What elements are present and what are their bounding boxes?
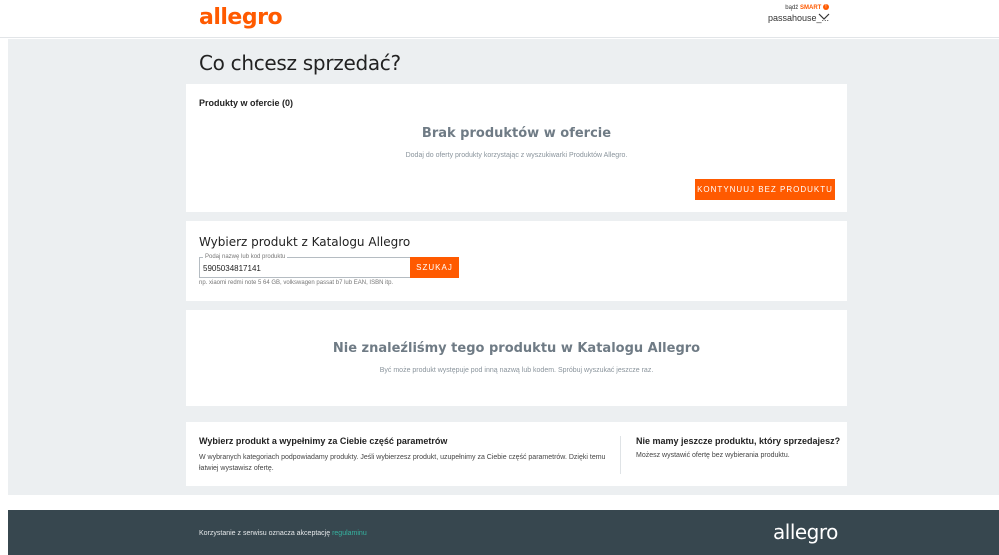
catalog-heading: Wybierz produkt z Katalogu Allegro [199,235,411,249]
chevron-down-icon[interactable] [818,11,830,23]
products-in-offer-card: Produkty w ofercie (0) Brak produktów w … [186,84,847,212]
top-header: allegro bądź SMART ! passahouse_... [0,0,999,38]
not-found-title: Nie znaleźliśmy tego produktu w Katalogu… [332,341,701,356]
info-card: Wybierz produkt a wypełnimy za Ciebie cz… [186,422,847,486]
product-search-input[interactable]: Podaj nazwę lub kod produktu 59050348171… [199,253,410,278]
info-right-title: Nie mamy jeszcze produktu, który sprzeda… [636,436,841,446]
footer-text: Korzystanie z serwisu oznacza akceptację [199,530,331,537]
search-input-label: Podaj nazwę lub kod produktu [203,253,288,261]
products-heading: Produkty w ofercie (0) [199,98,294,108]
search-button[interactable]: SZUKAJ [410,257,459,278]
info-left-title: Wybierz produkt a wypełnimy za Ciebie cz… [199,436,448,446]
empty-products-title: Brak produktów w ofercie [421,126,612,141]
allegro-logo[interactable]: allegro [199,5,283,31]
footer: Korzystanie z serwisu oznacza akceptację… [8,510,999,555]
footer-allegro-logo[interactable]: allegro [773,520,838,544]
catalog-search-card: Wybierz produkt z Katalogu Allegro Podaj… [186,221,847,301]
info-left-description: W wybranych kategoriach podpowiadamy pro… [199,454,606,472]
empty-products-description: Dodaj do oferty produkty korzystając z w… [405,152,628,159]
smart-prefix: bądź [785,5,799,11]
search-hint: np. xiaomi redmi note 5 64 GB, volkswage… [199,280,394,286]
info-right-description: Możesz wystawić ofertę bez wybierania pr… [636,452,790,459]
footer-terms-text: Korzystanie z serwisu oznacza akceptację… [199,530,367,537]
smart-info-icon: ! [823,4,829,11]
terms-link[interactable]: regulaminu [332,530,367,537]
search-input-value[interactable]: 5905034817141 [203,264,261,273]
not-found-description: Być może produkt występuje pod inną nazw… [379,367,654,374]
info-divider [620,436,621,474]
page-title: Co chcesz sprzedać? [199,51,401,75]
continue-without-product-button[interactable]: KONTYNUUJ BEZ PRODUKTU [695,179,835,200]
not-found-card: Nie znaleźliśmy tego produktu w Katalogu… [186,310,847,406]
